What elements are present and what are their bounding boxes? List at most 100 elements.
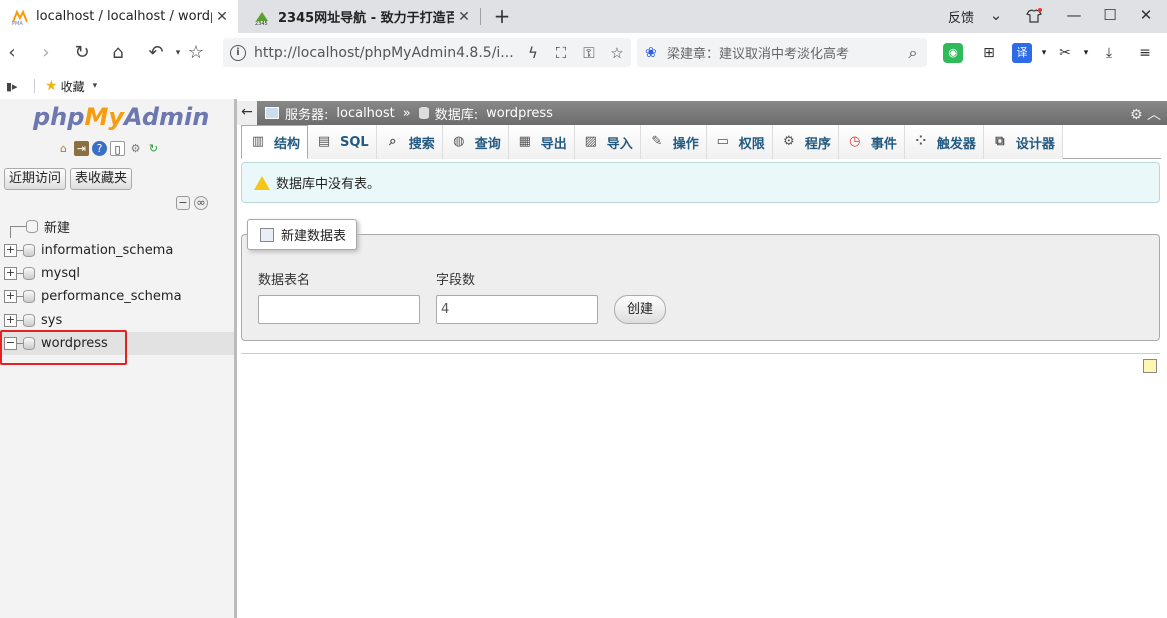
- pma-logo[interactable]: phpMyAdmin: [33, 103, 209, 131]
- table-name-input[interactable]: [258, 295, 420, 324]
- tree-item-performance-schema[interactable]: + performance_schema: [0, 285, 234, 308]
- translate-dropdown-icon[interactable]: ▾: [1034, 43, 1054, 63]
- logout-icon[interactable]: ⇥: [74, 141, 89, 156]
- settings-gear-icon[interactable]: ⚙ ︿: [1130, 104, 1161, 124]
- favorites-list-icon[interactable]: ☆: [184, 41, 208, 65]
- scissors-dropdown-icon[interactable]: ▾: [1076, 43, 1096, 63]
- tree-item-information-schema[interactable]: + information_schema: [0, 238, 234, 261]
- wechat-icon[interactable]: ◉: [943, 43, 963, 63]
- expand-icon[interactable]: +: [4, 266, 17, 280]
- breadcrumb-server-label[interactable]: 服务器:: [285, 104, 328, 123]
- breadcrumb-db[interactable]: wordpress: [486, 106, 553, 121]
- chevron-down-icon[interactable]: ⌄: [978, 0, 1014, 33]
- reload-icon[interactable]: ↻: [146, 141, 161, 156]
- lightning-icon[interactable]: ϟ: [519, 44, 547, 62]
- tab-privileges[interactable]: ▭ 权限: [706, 125, 773, 159]
- tree-item-new[interactable]: 新建: [0, 215, 234, 238]
- tree-item-sys[interactable]: + sys: [0, 309, 234, 332]
- scissors-icon[interactable]: ✂: [1055, 43, 1075, 63]
- favorites-tab[interactable]: 表收藏夹: [70, 168, 133, 190]
- tree-item-label[interactable]: information_schema: [41, 243, 173, 258]
- tab-sql[interactable]: ▤ SQL: [308, 125, 377, 159]
- logo-php: php: [33, 103, 85, 131]
- expand-icon[interactable]: +: [4, 243, 17, 257]
- tab-export[interactable]: ▦ 导出: [508, 125, 575, 159]
- panel-resizer[interactable]: [234, 99, 237, 618]
- home-icon[interactable]: ⌂: [106, 41, 130, 65]
- search-text[interactable]: 梁建章：建议取消中考淡化高考: [667, 43, 899, 62]
- routines-icon: ⚙: [782, 134, 795, 149]
- tab-2345[interactable]: 2345 2345网址导航 - 致力于打造百年品牌 ✕: [242, 0, 480, 33]
- translate-icon[interactable]: 译: [1012, 43, 1032, 63]
- window-close-icon[interactable]: ✕: [1128, 0, 1164, 33]
- tab-label: 搜索: [408, 136, 435, 152]
- tab-import[interactable]: ▨ 导入: [574, 125, 641, 159]
- tab-phpmyadmin[interactable]: PMA localhost / localhost / wordpress ✕: [0, 0, 238, 33]
- baidu-paw-icon: ❀: [645, 44, 657, 61]
- columns-input[interactable]: 4: [436, 295, 598, 324]
- triggers-icon: ⁘: [915, 134, 927, 149]
- tab-title: 2345网址导航 - 致力于打造百年品牌: [278, 11, 454, 26]
- tab-query[interactable]: ◍ 查询: [442, 125, 509, 159]
- download-icon[interactable]: ⤓: [1099, 43, 1119, 63]
- tab-search[interactable]: ⌕ 搜索: [376, 125, 443, 159]
- close-icon[interactable]: ✕: [454, 9, 474, 25]
- help-icon[interactable]: ?: [92, 141, 107, 156]
- structure-icon: ▥: [251, 134, 265, 149]
- tree-item-label[interactable]: sys: [41, 313, 62, 328]
- maximize-icon[interactable]: ☐: [1092, 0, 1128, 33]
- minimize-icon[interactable]: —: [1056, 0, 1092, 33]
- search-icon[interactable]: ⌕: [899, 43, 927, 63]
- key-icon[interactable]: ⚿: [575, 44, 603, 62]
- address-bar[interactable]: i http://localhost/phpMyAdmin4.8.5/i... …: [223, 38, 631, 67]
- reload-icon[interactable]: ↻: [70, 41, 94, 65]
- expand-icon[interactable]: +: [4, 313, 17, 327]
- notice-message: 数据库中没有表。: [241, 162, 1160, 203]
- docs-icon[interactable]: ▯: [110, 141, 125, 156]
- tab-routines[interactable]: ⚙ 程序: [772, 125, 839, 159]
- tree-item-label[interactable]: performance_schema: [41, 289, 182, 304]
- tab-designer[interactable]: ⧉ 设计器: [983, 125, 1063, 159]
- tree-item-label[interactable]: 新建: [44, 217, 70, 236]
- back-icon[interactable]: ‹: [0, 41, 24, 65]
- info-icon[interactable]: i: [230, 44, 246, 61]
- highlight-annotation-box: [0, 330, 127, 365]
- tab-label: 操作: [672, 136, 699, 152]
- console-icon[interactable]: [1143, 359, 1157, 373]
- undo-icon[interactable]: ↶: [144, 41, 168, 65]
- privileges-icon: ▭: [716, 134, 729, 149]
- shirt-icon[interactable]: [1016, 0, 1052, 33]
- database-icon: [23, 243, 35, 257]
- menu-icon[interactable]: ≡: [1135, 43, 1155, 63]
- events-icon: ◷: [849, 134, 861, 149]
- home-icon[interactable]: ⌂: [56, 141, 71, 156]
- collapse-all-icon[interactable]: −: [176, 196, 190, 210]
- recent-tab[interactable]: 近期访问: [4, 168, 67, 190]
- breadcrumb-db-label[interactable]: 数据库:: [435, 104, 478, 123]
- new-tab-icon[interactable]: +: [490, 4, 514, 28]
- gear-icon[interactable]: ⚙: [128, 141, 143, 156]
- create-button[interactable]: 创建: [614, 295, 666, 324]
- screenshot-icon[interactable]: ⛶: [547, 44, 575, 62]
- sidebar-toggle-icon[interactable]: ▮▸: [6, 80, 22, 93]
- forward-icon[interactable]: ›: [34, 41, 58, 65]
- bookmarks-dropdown-icon[interactable]: ▾: [93, 81, 98, 91]
- tree-item-label[interactable]: mysql: [41, 266, 80, 281]
- feedback-link[interactable]: 反馈: [948, 0, 974, 33]
- tab-events[interactable]: ◷ 事件: [838, 125, 905, 159]
- apps-grid-icon[interactable]: ⊞: [979, 43, 999, 63]
- bookmarks-label[interactable]: 收藏: [61, 78, 85, 95]
- expand-icon[interactable]: +: [4, 290, 17, 304]
- svg-text:PMA: PMA: [12, 21, 23, 25]
- star-icon[interactable]: ☆: [603, 44, 631, 62]
- tab-structure[interactable]: ▥ 结构: [241, 125, 309, 159]
- url-text[interactable]: http://localhost/phpMyAdmin4.8.5/i...: [254, 45, 519, 61]
- close-icon[interactable]: ✕: [212, 9, 232, 25]
- tree-item-mysql[interactable]: + mysql: [0, 262, 234, 285]
- tab-operations[interactable]: ✎ 操作: [640, 125, 707, 159]
- tab-triggers[interactable]: ⁘ 触发器: [904, 125, 984, 159]
- link-icon[interactable]: ∞: [194, 196, 208, 210]
- search-box[interactable]: ❀ 梁建章：建议取消中考淡化高考 ⌕: [637, 38, 927, 67]
- collapse-nav-icon[interactable]: ←: [237, 101, 257, 125]
- breadcrumb-server[interactable]: localhost: [336, 106, 394, 121]
